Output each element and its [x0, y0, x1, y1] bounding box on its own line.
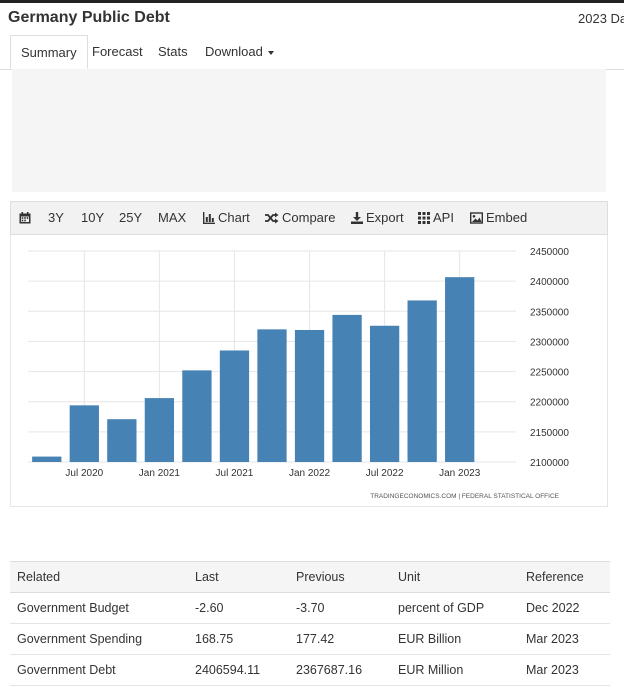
debt-bar-chart: 2100000 2150000 2200000 2250000 2300000 23500…: [28, 247, 569, 500]
cell-last: 2406594.11: [188, 654, 289, 686]
cell-reference: Mar 2023: [519, 654, 610, 686]
api-button[interactable]: API: [418, 202, 454, 234]
compare-button[interactable]: Compare: [265, 202, 335, 234]
cell-previous: 177.42: [289, 623, 391, 655]
related-link-government-debt[interactable]: Government Debt: [10, 654, 188, 686]
chart-bar: [182, 370, 212, 462]
related-link-government-spending[interactable]: Government Spending: [10, 623, 188, 655]
y-tick-label: 2350000: [530, 307, 569, 318]
x-tick-label: Jul 2022: [366, 468, 404, 479]
col-header-last: Last: [188, 561, 289, 593]
cell-last: -2.60: [188, 592, 289, 624]
export-button-label: Export: [366, 210, 404, 225]
related-header-row: Related Last Previous Unit Reference: [10, 561, 610, 593]
y-tick-label: 2100000: [530, 458, 569, 469]
table-row: Government Debt 2406594.11 2367687.16 EU…: [10, 654, 610, 686]
api-button-label: API: [433, 210, 454, 225]
tab-summary[interactable]: Summary: [10, 35, 88, 69]
range-10y-button[interactable]: 10Y: [81, 202, 104, 234]
table-row: Government Budget -2.60 -3.70 percent of…: [10, 592, 610, 624]
y-tick-label: 2200000: [530, 398, 569, 409]
table-row: Government Spending 168.75 177.42 EUR Bi…: [10, 623, 610, 655]
y-tick-label: 2150000: [530, 428, 569, 439]
chart-bar: [219, 350, 250, 462]
chart-panel: 2100000 2150000 2200000 2250000 2300000 23500…: [10, 235, 608, 507]
x-tick-label: Jan 2021: [139, 468, 181, 479]
cell-unit: EUR Billion: [391, 623, 519, 655]
calendar-icon[interactable]: [19, 202, 34, 234]
image-icon: [469, 212, 484, 224]
chart-toolbar: 3Y 10Y 25Y MAX Chart Compare Export API …: [10, 201, 608, 235]
chart-bar: [294, 329, 325, 462]
tab-stats-label: Stats: [158, 44, 188, 59]
chart-bar: [107, 419, 137, 462]
tab-forecast-label: Forecast: [92, 44, 143, 59]
tab-download-label: Download: [205, 44, 263, 59]
chart-bar: [332, 314, 362, 462]
page-header: Germany Public Debt 2023 Data: [0, 3, 624, 35]
caret-down-icon: [267, 50, 274, 55]
chart-source-label: TRADINGECONOMICS.COM | FEDERAL STATISTIC…: [370, 493, 559, 500]
tab-bar: Summary Forecast Stats Download: [0, 35, 624, 70]
chart-button-label: Chart: [218, 210, 250, 225]
chart-bar: [32, 456, 62, 462]
tab-forecast[interactable]: Forecast: [82, 35, 153, 68]
related-link-government-budget[interactable]: Government Budget: [10, 592, 188, 624]
tab-summary-label: Summary: [21, 45, 77, 60]
x-tick-label: Jul 2021: [216, 468, 254, 479]
chart-bar: [257, 329, 287, 462]
y-tick-label: 2450000: [530, 247, 569, 258]
page-title: Germany Public Debt: [8, 9, 170, 26]
cell-previous: -3.70: [289, 592, 391, 624]
export-button[interactable]: Export: [351, 202, 404, 234]
header-date-text: 2023 Data: [578, 11, 624, 26]
y-tick-label: 2300000: [530, 337, 569, 348]
tab-download[interactable]: Download: [195, 35, 284, 68]
chart-bar: [407, 300, 437, 462]
embed-button[interactable]: Embed: [469, 202, 528, 234]
cell-previous: 2367687.16: [289, 654, 391, 686]
cell-reference: Dec 2022: [519, 592, 610, 624]
range-25y-button[interactable]: 25Y: [119, 202, 142, 234]
chart-bar: [69, 405, 99, 462]
grid-icon: [418, 212, 430, 224]
col-header-unit: Unit: [391, 561, 519, 593]
cell-unit: percent of GDP: [391, 592, 519, 624]
ad-placeholder: [12, 69, 606, 192]
cell-unit: EUR Million: [391, 654, 519, 686]
related-table: Related Last Previous Unit Reference Gov…: [10, 561, 610, 686]
range-max-button[interactable]: MAX: [158, 202, 186, 234]
shuffle-icon: [265, 212, 279, 224]
chart-type-button[interactable]: Chart: [203, 202, 250, 234]
cell-reference: Mar 2023: [519, 623, 610, 655]
embed-button-label: Embed: [486, 210, 528, 225]
bar-chart-icon: [203, 212, 215, 224]
compare-button-label: Compare: [282, 210, 336, 225]
chart-bar: [144, 398, 175, 462]
download-icon: [351, 212, 363, 224]
y-tick-label: 2250000: [530, 368, 569, 379]
chart-bar: [445, 277, 475, 462]
y-tick-label: 2400000: [530, 277, 569, 288]
x-tick-label: Jan 2022: [289, 468, 331, 479]
col-header-related: Related: [10, 561, 188, 593]
tab-stats[interactable]: Stats: [148, 35, 198, 68]
x-tick-label: Jul 2020: [65, 468, 103, 479]
col-header-previous: Previous: [289, 561, 391, 593]
chart-bar: [369, 325, 400, 462]
x-tick-label: Jan 2023: [439, 468, 481, 479]
cell-last: 168.75: [188, 623, 289, 655]
range-3y-button[interactable]: 3Y: [48, 202, 64, 234]
col-header-reference: Reference: [519, 561, 610, 593]
